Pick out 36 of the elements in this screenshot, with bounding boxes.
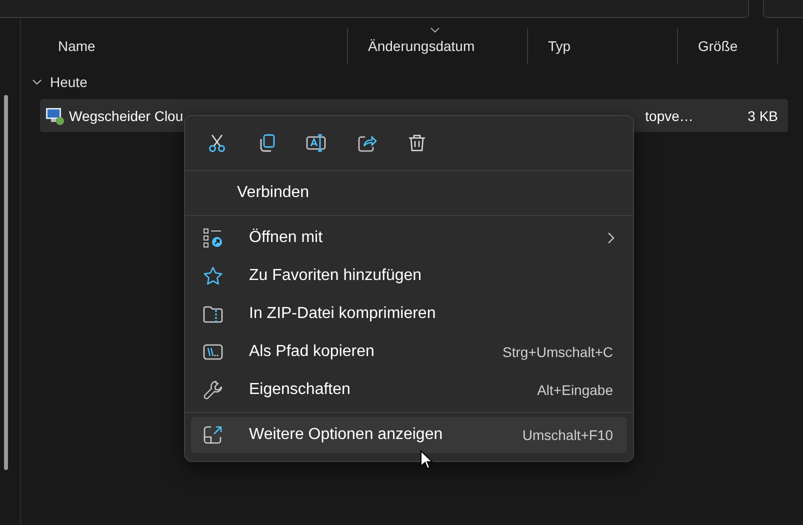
file-type: topve… bbox=[645, 108, 694, 124]
menu-item[interactable]: Als Pfad kopieren Strg+Umschalt+C bbox=[191, 334, 627, 370]
trash-icon bbox=[407, 133, 427, 153]
open-with-icon bbox=[203, 228, 223, 248]
menu-item[interactable]: Zu Favoriten hinzufügen bbox=[191, 258, 627, 294]
zip-folder-icon bbox=[203, 304, 223, 324]
group-header[interactable]: Heute bbox=[32, 73, 803, 91]
search-field[interactable] bbox=[763, 0, 803, 18]
column-header[interactable]: Änderungsdatum bbox=[348, 28, 528, 64]
scrollbar-thumb[interactable] bbox=[4, 95, 8, 470]
menu-item[interactable]: Eigenschaften Alt+Eingabe bbox=[191, 372, 627, 408]
file-name: Wegscheider Clou bbox=[69, 108, 184, 124]
mouse-cursor-icon bbox=[420, 450, 433, 470]
scissors-icon bbox=[207, 133, 227, 153]
shortcut-label: Umschalt+F10 bbox=[522, 427, 614, 443]
sort-caret-icon bbox=[430, 27, 440, 33]
share-icon bbox=[357, 133, 377, 153]
menu-item[interactable]: Verbinden bbox=[191, 175, 627, 211]
chevron-right-icon bbox=[607, 232, 615, 244]
remote-desktop-icon bbox=[45, 106, 65, 126]
column-header[interactable]: Typ bbox=[528, 28, 678, 64]
more-options-icon bbox=[203, 425, 223, 445]
copy-path-icon bbox=[203, 342, 223, 362]
shortcut-label: Strg+Umschalt+C bbox=[502, 344, 614, 360]
shortcut-label: Alt+Eingabe bbox=[537, 382, 614, 398]
column-header[interactable]: Größe bbox=[678, 28, 778, 64]
chevron-icon bbox=[32, 77, 42, 87]
rename-icon bbox=[306, 133, 328, 153]
menu-item[interactable]: In ZIP-Datei komprimieren bbox=[191, 296, 627, 332]
menu-item[interactable]: Weitere Optionen anzeigen Umschalt+F10 bbox=[191, 417, 627, 453]
column-header[interactable]: Name bbox=[38, 28, 348, 64]
star-icon bbox=[203, 266, 223, 286]
group-label: Heute bbox=[50, 74, 88, 90]
wrench-icon bbox=[203, 380, 223, 400]
file-size: 3 KB bbox=[748, 108, 778, 124]
menu-item[interactable]: Öffnen mit bbox=[191, 220, 627, 256]
